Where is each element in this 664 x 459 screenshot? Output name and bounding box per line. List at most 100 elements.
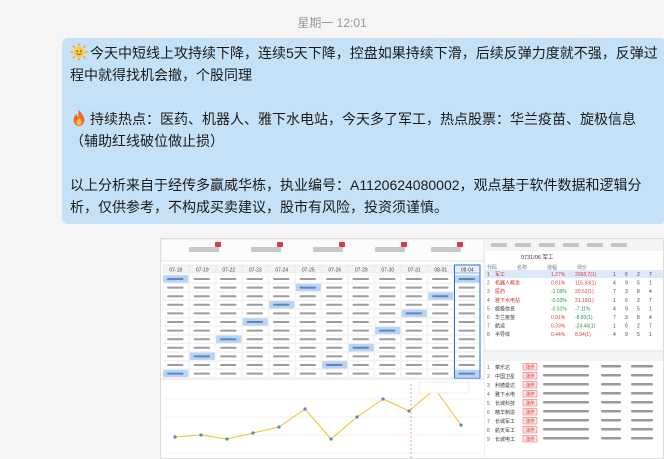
right-row-value: 20.52(1) <box>575 289 594 295</box>
right-row-pct: -0.53% <box>551 298 567 304</box>
right-row-count: 1 <box>613 324 616 330</box>
right-toolbar-item <box>563 243 579 247</box>
right-row-value: 21.19(1) <box>575 298 594 304</box>
right-row-pct: 1.27% <box>551 272 566 278</box>
grid-cell-text-bar <box>167 329 184 332</box>
right-row-count: 7 <box>613 315 616 321</box>
right-row-name: 华兰疫苗 <box>495 314 515 321</box>
right-row-count: 4 <box>649 315 652 321</box>
grid-cell-text-bar <box>220 372 237 375</box>
grid-cell-text-bar <box>405 312 422 315</box>
bottom-row-value-bar <box>631 419 653 422</box>
grid-cell-text-bar <box>299 278 316 280</box>
right-row-count: 1 <box>613 298 616 304</box>
grid-cell-text-bar <box>167 321 184 323</box>
right-toolbar-item <box>611 243 627 247</box>
chat-message-bubble[interactable]: 今天中短线上攻持续下降，连续5天下降，控盘如果持续下滑，后续反弹力度就不强，反弹… <box>62 38 664 224</box>
right-row-count: 9 <box>625 281 628 287</box>
sun-face-icon <box>70 43 88 61</box>
stock-software-screenshot-image[interactable]: 07-18 07-19 07-22 07-23 07-24 07-25 07-26 07-29… <box>160 238 664 459</box>
grid-cell-text-bar <box>299 295 316 298</box>
bottom-row-index: 2 <box>487 374 490 380</box>
grid-cell-text-bar <box>299 364 316 366</box>
bottom-row-desc-bar <box>543 419 589 422</box>
right-row-count: 1 <box>649 306 652 312</box>
grid-cell-text-bar <box>273 278 290 280</box>
grid-cell-text-bar <box>405 295 422 298</box>
date-column-label: 07-26 <box>328 268 341 274</box>
grid-cell-text-bar <box>193 364 210 366</box>
right-row-count: 8 <box>637 315 640 321</box>
grid-cell-text-bar <box>405 286 422 289</box>
right-row-pct: -0.51% <box>551 306 567 312</box>
right-row-count: 1 <box>649 281 652 287</box>
message-text-1: 今天中短线上攻持续下降，连续5天下降，控盘如果持续下滑，后续反弹力度就不强，反弹… <box>70 45 658 83</box>
grid-cell-text-bar <box>458 355 475 358</box>
message-paragraph-1: 今天中短线上攻持续下降，连续5天下降，控盘如果持续下滑，后续反弹力度就不强，反弹… <box>70 42 658 86</box>
grid-cell-text-bar <box>379 372 396 375</box>
grid-cell-text-bar <box>352 303 369 306</box>
right-row-count: 2 <box>637 272 640 278</box>
bottom-row-value-bar <box>601 401 621 404</box>
right-row-count: 7 <box>649 324 652 330</box>
right-row-value: -7.11% <box>575 306 591 312</box>
grid-cell-text-bar <box>193 346 210 349</box>
date-column-label: 07-25 <box>302 268 315 274</box>
grid-cell-text-bar <box>432 278 449 280</box>
grid-cell-text-bar <box>220 312 237 315</box>
grid-cell-text-bar <box>193 295 210 298</box>
toolbar-label-bar <box>189 247 219 252</box>
grid-cell-text-bar <box>167 303 184 306</box>
grid-cell-text-bar <box>246 321 263 323</box>
bottom-row-index: 5 <box>487 401 490 407</box>
bottom-row-index: 1 <box>487 365 490 371</box>
bottom-row-name: 菜乐达 <box>495 364 510 371</box>
grid-cell-text-bar <box>405 278 422 280</box>
right-row-pct: -1.09% <box>551 289 567 295</box>
grid-cell-text-bar <box>299 329 316 332</box>
right-toolbar-item <box>587 243 603 247</box>
grid-cell-text-bar <box>458 338 475 341</box>
grid-cell-text-bar <box>246 312 263 315</box>
grid-cell-text-bar <box>352 329 369 332</box>
grid-cell-text-bar <box>220 321 237 323</box>
grid-cell-text-bar <box>352 338 369 341</box>
bottom-row-name: 中国卫星 <box>495 373 515 380</box>
line-point <box>225 437 229 441</box>
grid-cell-text-bar <box>352 372 369 375</box>
right-row-count: 2 <box>637 324 640 330</box>
toolbar-label-bar <box>251 247 281 252</box>
date-column-label: 08-01 <box>434 268 447 274</box>
grid-cell-text-bar <box>352 295 369 298</box>
grid-cell-text-bar <box>326 295 343 298</box>
grid-cell-text-bar <box>379 278 396 280</box>
bottom-row-index: 6 <box>487 410 490 416</box>
right-column-header: 涨幅 <box>547 264 557 271</box>
right-row-count: 5 <box>637 306 640 312</box>
limit-up-label: 涨停 <box>526 382 535 389</box>
grid-cell-text-bar <box>352 312 369 315</box>
grid-cell-text-bar <box>379 303 396 306</box>
bottom-row-name: 精华制造 <box>495 409 515 416</box>
grid-cell-text-bar <box>193 338 210 341</box>
right-row-count: 7 <box>649 298 652 304</box>
grid-cell-text-bar <box>246 355 263 358</box>
right-row-count: 7 <box>649 272 652 278</box>
right-row-name: 医药 <box>495 288 505 295</box>
right-row-name: 机器人概念 <box>495 280 520 287</box>
date-column-label: 07-24 <box>275 268 288 274</box>
grid-cell-text-bar <box>432 355 449 358</box>
grid-cell-text-bar <box>193 329 210 332</box>
grid-cell-text-bar <box>432 364 449 366</box>
grid-cell-text-bar <box>352 355 369 358</box>
bottom-row-desc-bar <box>543 428 589 431</box>
grid-cell-text-bar <box>220 286 237 289</box>
line-point <box>199 433 203 437</box>
bottom-row-value-bar <box>631 365 653 368</box>
grid-cell-text-bar <box>273 355 290 358</box>
date-column-label: 07-29 <box>355 268 368 274</box>
right-row-value: -8.83(1) <box>575 315 593 321</box>
grid-cell-text-bar <box>246 278 263 280</box>
grid-cell-text-bar <box>299 355 316 358</box>
grid-cell-text-bar <box>273 372 290 375</box>
